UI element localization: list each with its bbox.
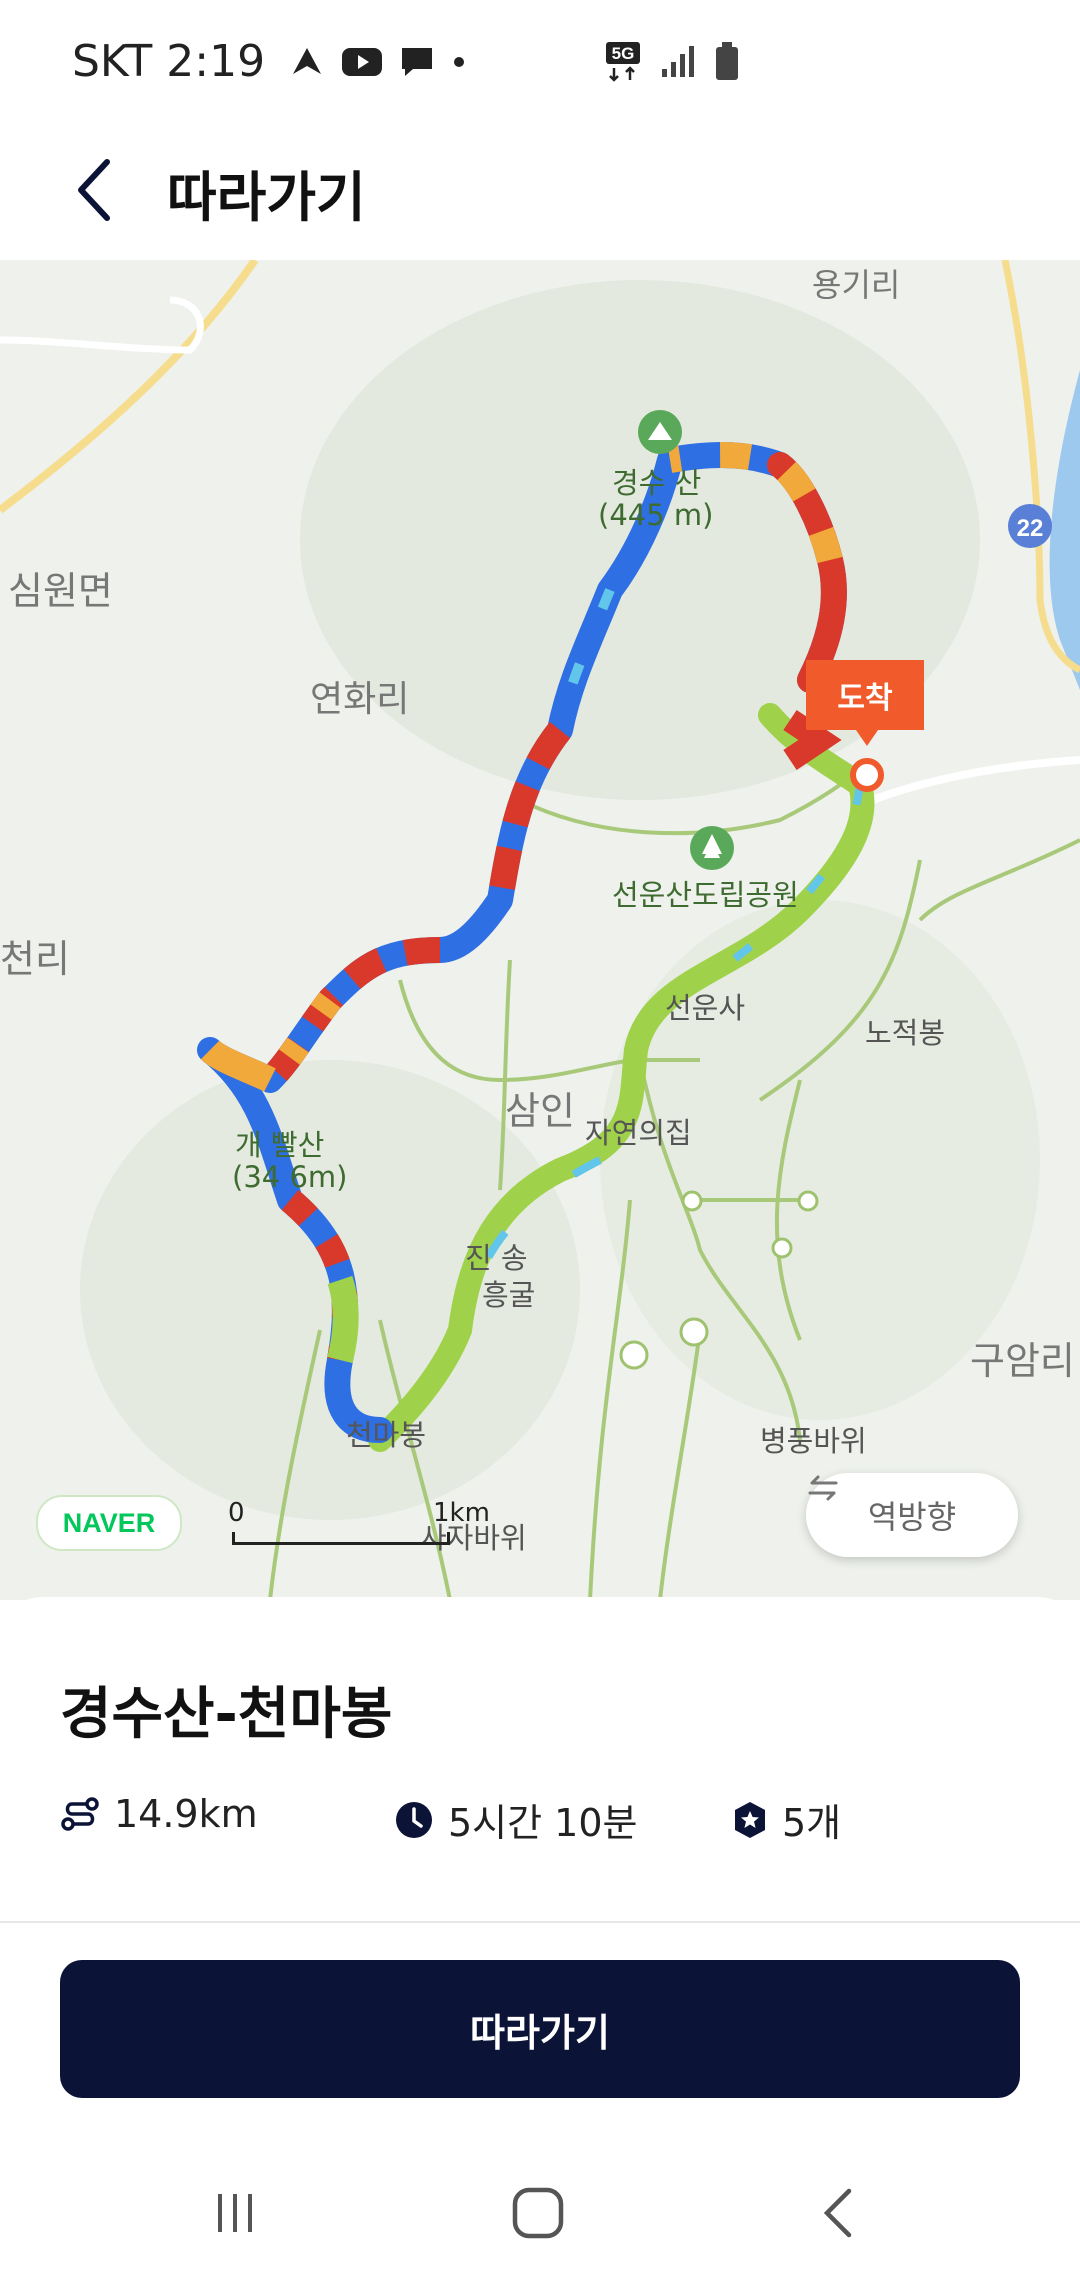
scale-distance: 1km bbox=[433, 1498, 490, 1528]
system-back-button[interactable] bbox=[804, 2178, 874, 2248]
back-button[interactable] bbox=[60, 155, 130, 225]
label-park: 선운산도립공원 bbox=[612, 878, 799, 912]
label-gyeongsu-peak: 경수 산 bbox=[612, 466, 702, 500]
swap-arrows-icon bbox=[808, 1475, 838, 1501]
carrier-label: SKT bbox=[72, 36, 153, 87]
label-cheonma: 천마봉 bbox=[346, 1418, 427, 1452]
app-header: 따라가기 bbox=[0, 125, 1080, 260]
label-guam: 구암리 bbox=[970, 1339, 1075, 1383]
label-gyeongsu-elevation: (445 m) bbox=[598, 498, 714, 532]
notification-icons bbox=[289, 44, 467, 80]
page-title: 따라가기 bbox=[167, 166, 366, 229]
label-byeongpung: 병풍바위 bbox=[760, 1424, 867, 1458]
dot-icon bbox=[454, 56, 465, 67]
home-icon bbox=[512, 2187, 564, 2239]
chat-icon bbox=[402, 47, 433, 76]
follow-button[interactable]: 따라가기 bbox=[60, 1960, 1020, 2098]
label-jinheung: 진 송 bbox=[465, 1241, 528, 1275]
home-button[interactable] bbox=[503, 2178, 573, 2248]
recents-button[interactable] bbox=[200, 2178, 270, 2248]
arrive-pin bbox=[850, 758, 884, 792]
svg-text:5G: 5G bbox=[612, 44, 635, 63]
route-icon bbox=[61, 1797, 99, 1831]
road-number-badge: 22 bbox=[1017, 515, 1044, 542]
naver-logo[interactable]: NAVER bbox=[36, 1495, 182, 1551]
label-cheon: 천리 bbox=[0, 937, 70, 981]
clock-icon bbox=[396, 1801, 432, 1838]
map-scale-bar: 0 1km bbox=[228, 1498, 490, 1548]
label-gaeppal-peak: 개 빨산 bbox=[235, 1128, 325, 1162]
course-title: 경수산-천마봉 bbox=[60, 1682, 393, 1747]
label-jayeon: 자연의집 bbox=[585, 1116, 692, 1150]
course-stats: 14.9km 5시간 10분 5개 bbox=[60, 1792, 1020, 1845]
label-nojeok: 노적봉 bbox=[865, 1016, 946, 1050]
system-nav-bar bbox=[0, 2148, 1080, 2280]
signal-icon bbox=[662, 46, 694, 77]
stat-checkpoints: 5개 bbox=[732, 1792, 841, 1847]
distance-value: 14.9km bbox=[114, 1792, 258, 1836]
map-canvas: 22 bbox=[0, 260, 1080, 1600]
stat-distance: 14.9km bbox=[60, 1792, 258, 1836]
checkpoints-value: 5개 bbox=[782, 1801, 842, 1845]
label-donggul: 흥굴 bbox=[482, 1278, 536, 1312]
label-top-village: 용기리 bbox=[812, 266, 901, 304]
stat-duration: 5시간 10분 bbox=[394, 1792, 638, 1847]
label-simwon: 심원면 bbox=[8, 569, 113, 613]
status-bar: SKT 2:19 5G bbox=[0, 0, 1080, 125]
course-info-sheet: 경수산-천마봉 14.9km 5시간 10분 5개 bbox=[0, 1597, 1080, 2017]
scale-line bbox=[232, 1532, 450, 1545]
label-seonunsa: 선운사 bbox=[665, 991, 746, 1025]
nav-arrow-icon bbox=[293, 47, 322, 74]
recents-icon bbox=[218, 2194, 252, 2232]
5g-icon: 5G bbox=[606, 42, 640, 82]
route-map[interactable]: 22 심원면 연화리 천리 경수 산 (445 m) 개 빨산 (34 6m) … bbox=[0, 260, 1080, 1600]
reverse-direction-label: 역방향 bbox=[867, 1498, 957, 1536]
clock-time: 2:19 bbox=[166, 36, 266, 87]
chevron-left-icon bbox=[78, 159, 110, 221]
label-gaeppal-elevation: (34 6m) bbox=[232, 1160, 348, 1194]
sheet-divider bbox=[0, 1921, 1080, 1923]
battery-icon bbox=[716, 42, 738, 80]
youtube-icon bbox=[342, 47, 383, 76]
badge-star-icon bbox=[735, 1801, 765, 1838]
reverse-direction-button[interactable]: 역방향 bbox=[806, 1473, 1018, 1557]
label-yeonhwa: 연화리 bbox=[310, 679, 410, 720]
arrive-marker[interactable]: 도착 bbox=[806, 660, 924, 746]
duration-value: 5시간 10분 bbox=[448, 1801, 638, 1845]
status-right: 5G bbox=[604, 40, 740, 82]
scale-zero: 0 bbox=[228, 1498, 245, 1528]
back-icon bbox=[823, 2188, 852, 2238]
label-sami: 삼인 bbox=[505, 1089, 575, 1133]
status-left: SKT 2:19 bbox=[72, 36, 467, 87]
